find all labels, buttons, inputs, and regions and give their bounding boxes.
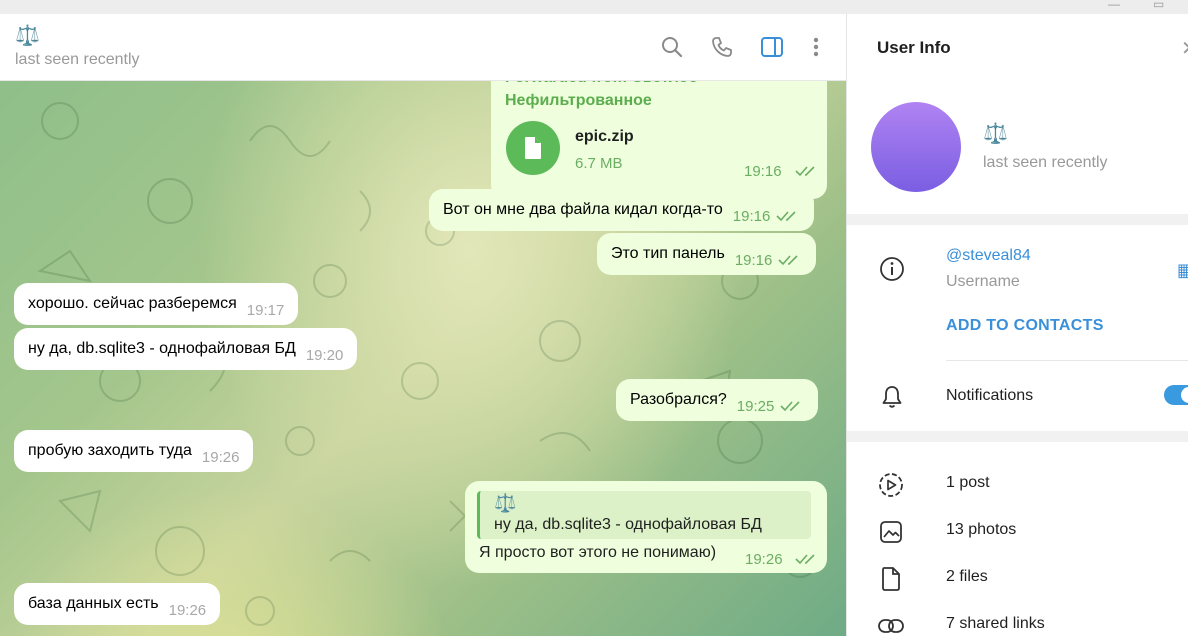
message-time: 19:26 (745, 551, 783, 568)
links-count: 7 shared links (946, 615, 1045, 632)
message-incoming[interactable]: пробую заходить туда 19:26 (14, 430, 254, 472)
close-icon[interactable]: ✕ (1181, 36, 1188, 61)
message-outgoing[interactable]: Разобрался? 19:25 (616, 379, 819, 421)
avatar[interactable] (871, 102, 961, 192)
link-icon (877, 612, 905, 636)
profile-info-section: @steveal84 Username ▦ ADD TO CONTACTS No… (847, 225, 1188, 431)
read-checks-icon (780, 401, 800, 412)
reply-quote[interactable]: ⚖️ ну да, db.sqlite3 - однофайловая БД (477, 491, 811, 539)
qr-code-icon[interactable]: ▦ (1177, 260, 1188, 281)
links-row[interactable]: 7 shared links (847, 602, 1188, 636)
notifications-label: Notifications (946, 387, 1034, 404)
message-time: 19:26 (168, 601, 207, 619)
message-incoming[interactable]: база данных есть 19:26 (14, 583, 221, 625)
more-vertical-icon[interactable] (803, 34, 829, 60)
notifications-toggle[interactable] (1164, 385, 1188, 405)
window-titlebar: — ▭ (0, 0, 1188, 14)
message-time: 19:26 (201, 448, 240, 466)
forwarded-file-message[interactable]: Forwarded from Светлое Нефильтрованное e… (491, 69, 827, 199)
files-row[interactable]: 2 files (847, 555, 1188, 602)
file-download-button[interactable] (506, 121, 560, 175)
photos-count: 13 photos (946, 521, 1017, 538)
message-text: ну да, db.sqlite3 - однофайловая БД (28, 340, 296, 357)
message-incoming[interactable]: хорошо. сейчас разберемся 19:17 (14, 283, 299, 325)
user-info-panel: User Info ✕ ⚖️ last seen recently @steve… (846, 14, 1188, 636)
username-label: Username (946, 273, 1020, 290)
divider (946, 360, 1188, 361)
quote-text: ну да, db.sqlite3 - однофайловая БД (494, 516, 762, 533)
shared-media-section: 1 post 13 photos 2 files 7 shared links (847, 442, 1188, 636)
panel-title: User Info (877, 38, 951, 57)
sidebar-toggle-icon[interactable] (759, 34, 785, 60)
posts-row[interactable]: 1 post (847, 461, 1188, 508)
message-text: хорошо. сейчас разберемся (28, 295, 237, 312)
forwarded-from-name[interactable]: Нефильтрованное (505, 92, 652, 110)
read-checks-icon (778, 255, 798, 266)
search-icon[interactable] (659, 34, 685, 60)
add-to-contacts-button[interactable]: ADD TO CONTACTS (946, 317, 1104, 335)
maximize-icon[interactable]: ▭ (1153, 0, 1167, 10)
peer-name[interactable]: ⚖️ (15, 23, 40, 48)
profile-name: ⚖️ (983, 123, 1008, 145)
message-text: Разобрался? (630, 391, 727, 408)
read-checks-icon (795, 166, 815, 177)
message-time: 19:17 (246, 301, 285, 319)
read-checks-icon (776, 211, 796, 222)
quote-author: ⚖️ (494, 493, 517, 513)
message-text: Я просто вот этого не понимаю) (479, 544, 717, 561)
files-count: 2 files (946, 568, 988, 585)
posts-count: 1 post (946, 474, 990, 491)
chat-area: ⚖️ last seen recently Нефильтрованное ep… (0, 14, 846, 636)
message-time: 19:16 (734, 251, 773, 269)
file-size: 6.7 MB (575, 155, 623, 172)
phone-icon[interactable] (709, 34, 735, 60)
message-incoming[interactable]: ну да, db.sqlite3 - однофайловая БД 19:2… (14, 328, 358, 370)
bell-icon (877, 382, 907, 412)
info-icon (877, 254, 907, 284)
message-text: Вот он мне два файла кидал когда-то (443, 201, 723, 218)
message-text: Это тип панель (611, 245, 725, 262)
photos-row[interactable]: 13 photos (847, 508, 1188, 555)
message-text: база данных есть (28, 595, 159, 612)
file-icon (525, 137, 541, 159)
message-time: 19:25 (736, 397, 775, 415)
message-outgoing[interactable]: Это тип панель 19:16 (597, 233, 817, 275)
message-time: 19:16 (744, 163, 782, 180)
profile-status: last seen recently (983, 154, 1108, 171)
message-outgoing[interactable]: Вот он мне два файла кидал когда-то 19:1… (429, 189, 815, 231)
message-time: 19:20 (305, 346, 344, 364)
read-checks-icon (795, 554, 815, 565)
file-icon (877, 565, 905, 593)
username-value[interactable]: @steveal84 (946, 247, 1031, 265)
minimize-icon[interactable]: — (1108, 0, 1122, 10)
peer-status: last seen recently (15, 51, 140, 68)
message-time: 19:16 (732, 207, 771, 225)
reply-message[interactable]: ⚖️ ну да, db.sqlite3 - однофайловая БД Я… (465, 481, 827, 573)
photo-icon (877, 518, 905, 546)
file-name[interactable]: epic.zip (575, 128, 634, 146)
profile-header: User Info ✕ ⚖️ last seen recently (847, 14, 1188, 214)
chat-header: ⚖️ last seen recently (0, 14, 846, 81)
message-text: пробую заходить туда (28, 442, 192, 459)
stories-icon (877, 471, 905, 499)
